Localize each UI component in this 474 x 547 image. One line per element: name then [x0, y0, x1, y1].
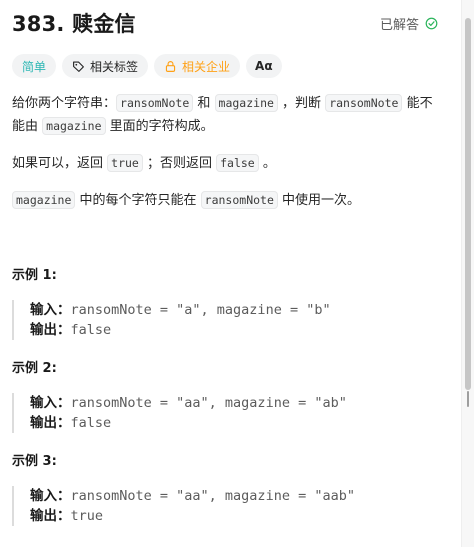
inline-code: true: [107, 154, 143, 172]
example-3-title: 示例 3:: [12, 454, 57, 469]
tag-bar: 简单 相关标签 相关企业 Aα: [12, 54, 282, 78]
output-value: true: [70, 508, 104, 524]
inline-code: magazine: [12, 191, 76, 209]
example-output-line: 输出： false: [30, 320, 432, 340]
example-input-line: 输入： ransomNote = "aa", magazine = "aab": [30, 486, 432, 506]
lock-icon: [165, 60, 176, 72]
example-2-block: 输入： ransomNote = "aa", magazine = "ab" 输…: [12, 393, 432, 433]
input-value: ransomNote = "a", magazine = "b": [70, 302, 331, 318]
example-output-line: 输出： true: [30, 506, 432, 526]
text: 中使用一次。: [277, 193, 361, 208]
title-row: 383. 赎金信 已解答: [12, 6, 438, 40]
text: ，判断: [277, 96, 326, 111]
example-1-title: 示例 1:: [12, 268, 57, 283]
translate-button[interactable]: Aα: [246, 54, 282, 78]
output-label: 输出：: [30, 508, 71, 524]
text: 和: [193, 96, 215, 111]
description-paragraph-3: magazine 中的每个字符只能在 ransomNote 中使用一次。: [12, 189, 442, 212]
example-3-block: 输入： ransomNote = "aa", magazine = "aab" …: [12, 486, 432, 526]
problem-title[interactable]: 383. 赎金信: [12, 8, 136, 38]
input-value: ransomNote = "aa", magazine = "ab": [70, 395, 347, 411]
inline-code: magazine: [214, 94, 278, 112]
description-paragraph-1: 给你两个字符串： ransomNote 和 magazine ，判断 ransom…: [12, 92, 442, 138]
output-label: 输出：: [30, 322, 71, 338]
solved-label: 已解答: [379, 17, 419, 33]
text: 里面的字符构成。: [105, 119, 214, 134]
related-companies-button[interactable]: 相关企业: [154, 54, 241, 78]
inline-code: ransomNote: [116, 94, 194, 112]
example-input-line: 输入： ransomNote = "aa", magazine = "ab": [30, 393, 432, 413]
input-label: 输入：: [30, 488, 71, 504]
problem-content: 给你两个字符串： ransomNote 和 magazine ，判断 ransom…: [12, 92, 442, 226]
input-label: 输入：: [30, 302, 71, 318]
inline-code: ransomNote: [200, 191, 278, 209]
inline-code: ransomNote: [325, 94, 403, 112]
difficulty-badge[interactable]: 简单: [12, 54, 57, 78]
example-input-line: 输入： ransomNote = "a", magazine = "b": [30, 300, 432, 320]
related-tags-label: 相关标签: [90, 59, 139, 74]
example-output-line: 输出： false: [30, 413, 432, 433]
input-value: ransomNote = "aa", magazine = "aab": [70, 488, 355, 504]
output-value: false: [70, 415, 112, 431]
problem-description-panel: 383. 赎金信 已解答 简单 相关标签 相关企业 Aα 给你两个字符串： ra…: [0, 0, 466, 547]
output-value: false: [70, 322, 112, 338]
example-1-block: 输入： ransomNote = "a", magazine = "b" 输出：…: [12, 300, 432, 340]
text: 中的每个字符只能在: [75, 193, 201, 208]
text: ；否则返回: [142, 156, 217, 171]
output-label: 输出：: [30, 415, 71, 431]
text: 给你两个字符串：: [12, 96, 117, 111]
input-label: 输入：: [30, 395, 71, 411]
example-2-title: 示例 2:: [12, 361, 57, 376]
scrollbar-thumb[interactable]: [465, 18, 471, 390]
inline-code: false: [216, 154, 259, 172]
inline-code: magazine: [42, 117, 106, 135]
description-paragraph-2: 如果可以，返回 true ；否则返回 false 。: [12, 152, 442, 175]
text: 如果可以，返回: [12, 156, 108, 171]
resize-handle[interactable]: [464, 388, 472, 410]
related-companies-label: 相关企业: [182, 59, 231, 74]
solved-status: 已解答: [380, 14, 438, 33]
tag-icon: [73, 60, 84, 72]
related-tags-button[interactable]: 相关标签: [62, 54, 149, 78]
vertical-scrollbar[interactable]: [462, 0, 474, 547]
check-circle-icon: [425, 17, 438, 29]
text: 。: [258, 156, 276, 171]
